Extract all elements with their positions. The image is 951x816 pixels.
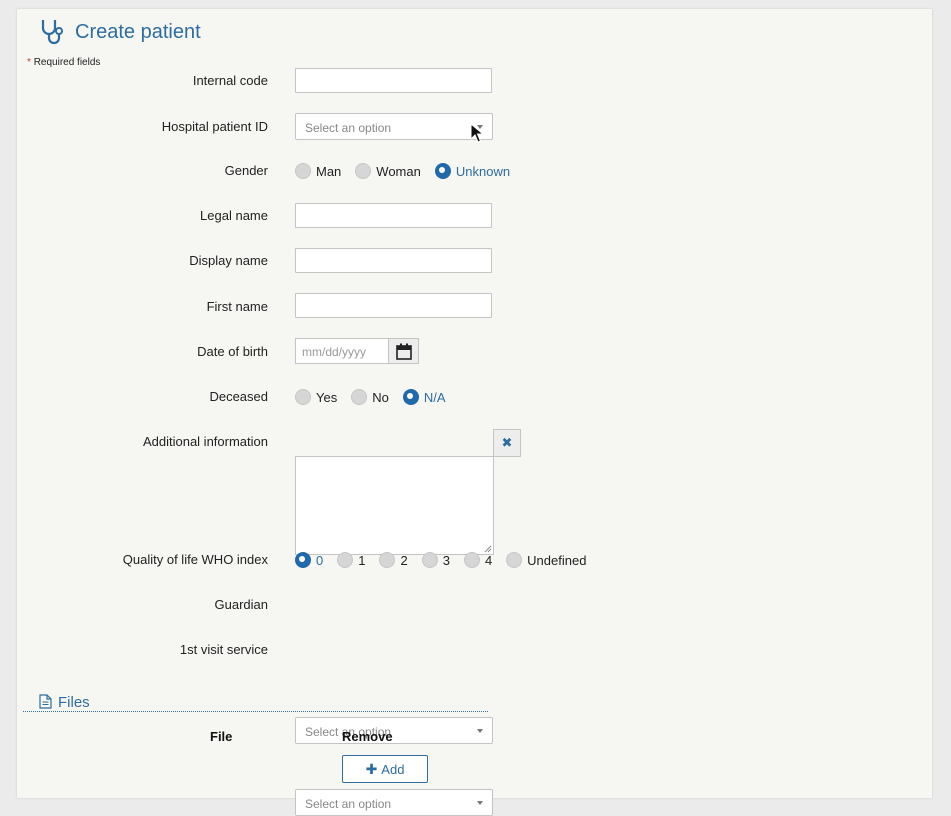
- radio-woman[interactable]: [355, 163, 372, 179]
- chevron-down-icon: [477, 729, 483, 733]
- files-section-header: Files: [23, 693, 488, 712]
- radio-unknown[interactable]: [434, 163, 451, 179]
- qol-option-label: 2: [400, 552, 408, 568]
- qol-option-1[interactable]: 1: [337, 552, 365, 568]
- add-file-label: Add: [381, 761, 405, 777]
- close-icon: ✖: [501, 435, 513, 450]
- gender-radio-group: Man Woman Unknown: [295, 163, 524, 179]
- files-column-remove: Remove: [342, 729, 393, 744]
- hospital-patient-id-label: Hospital patient ID: [161, 119, 268, 134]
- date-of-birth-input[interactable]: mm/dd/yyyy: [295, 338, 389, 364]
- qol-who-index-radio-group: 0 1 2 3 4 Undefined: [295, 552, 600, 568]
- stethoscope-icon: [41, 20, 63, 45]
- file-icon: [39, 694, 52, 709]
- legal-name-label: Legal name: [200, 208, 268, 223]
- first-name-label: First name: [206, 299, 268, 314]
- clear-additional-info-button[interactable]: ✖: [493, 429, 521, 457]
- deceased-option-label: Yes: [316, 389, 338, 405]
- internal-code-label: Internal code: [192, 73, 268, 88]
- qol-option-label: 3: [442, 552, 450, 568]
- chevron-down-icon: [477, 801, 483, 805]
- files-column-file: File: [210, 729, 233, 744]
- additional-information-label: Additional information: [142, 434, 268, 449]
- first-visit-service-label: 1st visit service: [179, 642, 268, 657]
- qol-option-0[interactable]: 0: [295, 552, 323, 568]
- guardian-label: Guardian: [214, 597, 268, 612]
- date-of-birth-field: mm/dd/yyyy: [295, 338, 419, 364]
- qol-option-2[interactable]: 2: [379, 552, 408, 568]
- deceased-option-label: No: [372, 389, 389, 405]
- first-name-input[interactable]: [295, 293, 492, 318]
- mouse-cursor-icon: [470, 123, 484, 143]
- required-note-text: Required fields: [33, 57, 101, 68]
- gender-option-woman[interactable]: Woman: [355, 163, 421, 179]
- radio-qol-undefined[interactable]: [506, 552, 523, 568]
- radio-na[interactable]: [402, 389, 419, 405]
- radio-qol-4[interactable]: [463, 552, 480, 568]
- hospital-patient-id-placeholder: Select an option: [305, 121, 392, 135]
- qol-option-label: 4: [484, 552, 493, 568]
- radio-qol-0[interactable]: [295, 552, 311, 568]
- qol-option-label: 0: [316, 552, 324, 568]
- legal-name-input[interactable]: [295, 203, 492, 228]
- gender-option-man[interactable]: Man: [295, 163, 341, 179]
- radio-no[interactable]: [351, 389, 368, 405]
- deceased-option-na[interactable]: N/A: [402, 389, 446, 405]
- gender-option-label: Woman: [376, 163, 421, 179]
- deceased-radio-group: Yes No N/A: [295, 389, 460, 405]
- qol-option-3[interactable]: 3: [421, 552, 450, 568]
- hospital-patient-id-select[interactable]: Select an option: [295, 113, 493, 140]
- gender-option-label: Unknown: [455, 163, 511, 179]
- date-of-birth-label: Date of birth: [197, 344, 268, 359]
- deceased-label: Deceased: [209, 389, 268, 404]
- display-name-label: Display name: [189, 253, 268, 268]
- qol-option-4[interactable]: 4: [463, 552, 493, 568]
- gender-option-unknown[interactable]: Unknown: [434, 163, 511, 179]
- gender-option-label: Man: [316, 163, 342, 179]
- plus-icon: ✚: [365, 760, 378, 777]
- additional-information-textarea[interactable]: [295, 456, 494, 555]
- required-star: *: [27, 57, 31, 68]
- guardian-select[interactable]: Select an option: [295, 717, 493, 744]
- radio-qol-3[interactable]: [421, 552, 438, 568]
- radio-yes[interactable]: [295, 389, 311, 405]
- first-visit-service-placeholder: Select an option: [305, 797, 392, 811]
- calendar-button[interactable]: [389, 338, 419, 364]
- gender-label: Gender: [224, 163, 268, 178]
- qol-option-label: 1: [358, 552, 366, 568]
- add-file-button[interactable]: ✚ Add: [342, 755, 428, 783]
- calendar-icon: [395, 343, 412, 360]
- qol-who-index-label: Quality of life WHO index: [122, 552, 268, 567]
- files-section-title: Files: [58, 694, 90, 711]
- qol-option-label: Undefined: [527, 552, 587, 568]
- page-header: Create patient: [39, 17, 201, 47]
- required-fields-note: * Required fields: [27, 57, 100, 68]
- radio-qol-1[interactable]: [337, 552, 354, 568]
- page-title: Create patient: [75, 20, 201, 43]
- qol-option-undefined[interactable]: Undefined: [506, 552, 586, 568]
- internal-code-input[interactable]: [295, 68, 492, 93]
- deceased-option-yes[interactable]: Yes: [295, 389, 337, 405]
- deceased-option-label: N/A: [423, 389, 446, 405]
- display-name-input[interactable]: [295, 248, 492, 273]
- deceased-option-no[interactable]: No: [351, 389, 389, 405]
- first-visit-service-select[interactable]: Select an option: [295, 789, 493, 816]
- radio-man[interactable]: [295, 163, 311, 179]
- radio-qol-2[interactable]: [379, 552, 396, 568]
